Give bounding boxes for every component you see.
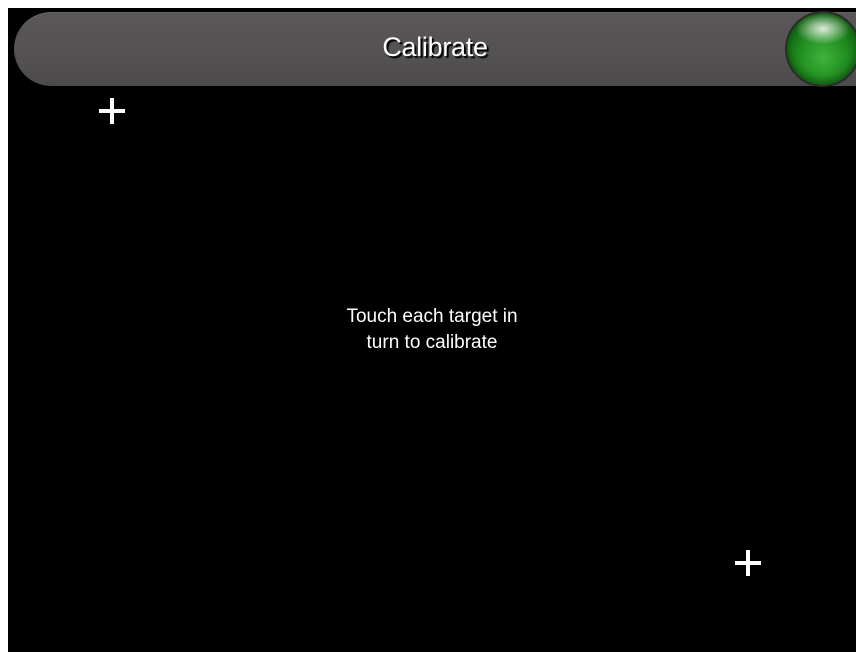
crosshair-target-icon[interactable] xyxy=(99,98,125,124)
calibration-screen[interactable]: Calibrate Touch each target in turn to c… xyxy=(8,8,856,652)
instruction-line: turn to calibrate xyxy=(366,332,498,353)
crosshair-target-icon[interactable] xyxy=(735,550,761,576)
page-title: Calibrate xyxy=(382,32,488,62)
calibration-instructions: Touch each target in turn to calibrate xyxy=(282,304,582,356)
instruction-line: Touch each target in xyxy=(346,306,518,327)
green-orb-icon[interactable] xyxy=(787,13,856,85)
title-bar: Calibrate xyxy=(14,12,856,86)
